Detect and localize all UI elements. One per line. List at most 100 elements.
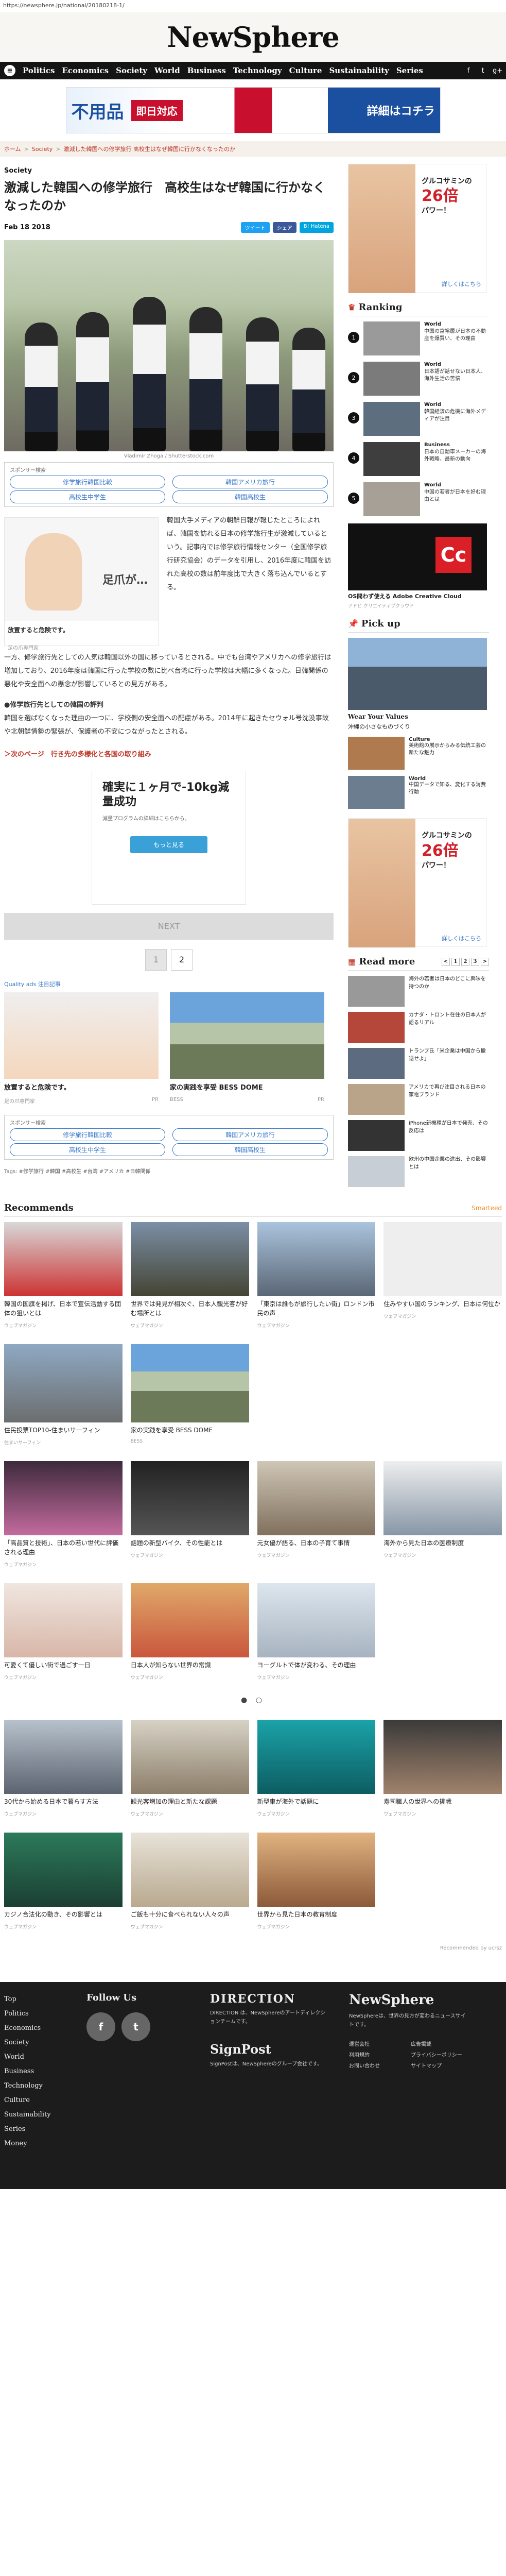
site-title[interactable]: NewSphere — [167, 21, 339, 54]
related-card[interactable]: 放置すると危険です。 足の爪専門家 PR — [4, 992, 159, 1105]
footer-nav-item[interactable]: Politics — [4, 2007, 66, 2021]
reco-source[interactable]: Smarteed — [472, 1205, 502, 1212]
ranking-item[interactable]: 5 World 中国の若者が日本を好む理由とは — [348, 482, 489, 516]
reco-card[interactable]: 話題の新型バイク、その性能とは ウェブマガジン — [130, 1461, 249, 1568]
reco-card[interactable]: 世界では発見が相次ぐ、日本人観光客が好む場所とは ウェブマガジン — [130, 1222, 249, 1329]
reco-card[interactable]: 住みやすい国のランキング、日本は何位か ウェブマガジン — [383, 1222, 502, 1329]
sidebar-ad[interactable]: グルコサミンの 26倍 パワー！ 詳しくはこちら — [348, 164, 487, 293]
footer-link[interactable]: お問い合わせ — [349, 2061, 406, 2069]
page-2[interactable]: 2 — [171, 948, 193, 971]
readmore-item[interactable]: iPhone新機種が日本で発売、その反応は — [348, 1120, 489, 1151]
nav-item-politics[interactable]: Politics — [23, 66, 55, 75]
signpost-heading[interactable]: SignPost — [210, 2042, 328, 2057]
footer-logo[interactable]: NewSphere — [349, 1992, 467, 2008]
footer-nav-item[interactable]: Culture — [4, 2093, 66, 2108]
ranking-item[interactable]: 2 World 日本語が話せない日本人、海外生活の苦悩 — [348, 362, 489, 396]
sidebar-ad[interactable]: グルコサミンの 26倍 パワー！ 詳しくはこちら — [348, 818, 487, 948]
reco-card[interactable]: 韓国の国旗を掲げ、日本で宣伝活動する団体の狙いとは ウェブマガジン — [4, 1222, 123, 1329]
pickup-item[interactable]: Culture 美術館の展示からみる伝統工芸の新たな魅力 — [348, 737, 489, 770]
ranking-item[interactable]: 3 World 韓国経済の危機に海外メディアが注目 — [348, 402, 489, 436]
facebook-icon[interactable]: f — [464, 67, 473, 75]
reco-card[interactable]: 新型車が海外で話題に ウェブマガジン — [257, 1720, 376, 1817]
readmore-page[interactable]: 1 — [451, 957, 460, 966]
reco-card[interactable]: カジノ合法化の動き、その影響とは ウェブマガジン — [4, 1833, 123, 1930]
reco-card[interactable]: 海外から見た日本の医療制度 ウェブマガジン — [383, 1461, 502, 1568]
nav-item-world[interactable]: World — [154, 66, 180, 75]
ad-more-link[interactable]: 詳しくはこちら — [442, 934, 481, 942]
nav-item-technology[interactable]: Technology — [233, 66, 282, 75]
article-tags[interactable]: Tags: #修学旅行 #韓国 #高校生 #台湾 #アメリカ #日韓関係 — [4, 1167, 334, 1175]
reco-card[interactable]: 世界から見た日本の教育制度 ウェブマガジン — [257, 1833, 376, 1930]
nav-item-culture[interactable]: Culture — [289, 66, 322, 75]
facebook-icon[interactable]: f — [86, 2012, 115, 2042]
breadcrumb-category[interactable]: Society — [32, 146, 53, 152]
ranking-item[interactable]: 1 World 中国の富裕層が日本の不動産を爆買い、その理由 — [348, 321, 489, 355]
facebook-share-button[interactable]: シェア — [272, 222, 296, 233]
reco-card[interactable]: 「東京は誰もが旅行したい街」ロンドン市民の声 ウェブマガジン — [257, 1222, 376, 1329]
menu-icon[interactable]: ≡ — [4, 65, 15, 76]
search-tag[interactable]: 修学旅行韓国比較 — [10, 1128, 165, 1141]
breadcrumb-home[interactable]: ホーム — [4, 145, 21, 153]
reco-card[interactable]: 可愛くて優しい街で過ごす一日 ウェブマガジン — [4, 1583, 123, 1681]
search-tag[interactable]: 修学旅行韓国比較 — [10, 475, 165, 488]
url-bar[interactable]: https://newsphere.jp/national/20180218-1… — [0, 0, 506, 12]
reco-card[interactable]: ヨーグルトで体が変わる、その理由 ウェブマガジン — [257, 1583, 376, 1681]
googleplus-icon[interactable]: g+ — [493, 67, 502, 75]
reco-card[interactable]: 寿司職人の世界への挑戦 ウェブマガジン — [383, 1720, 502, 1817]
footer-nav-item[interactable]: Series — [4, 2122, 66, 2137]
footer-link[interactable]: 広告掲載 — [411, 2040, 467, 2047]
ad-more-link[interactable]: 詳しくはこちら — [442, 280, 481, 288]
pickup-main-caption[interactable]: 沖縄の小さなものづくり — [348, 722, 489, 731]
hatena-button[interactable]: B! Hatena — [299, 222, 334, 233]
search-tag[interactable]: 高校生中学生 — [10, 1143, 165, 1156]
twitter-icon[interactable]: t — [478, 67, 487, 75]
ranking-item[interactable]: 4 Business 日本の自動車メーカーの海外戦略、最新の動向 — [348, 442, 489, 476]
reco-card[interactable]: 元女優が語る、日本の子育て事情 ウェブマガジン — [257, 1461, 376, 1568]
pickup-item[interactable]: World 中国データで知る、変化する消費行動 — [348, 776, 489, 809]
next-page-link[interactable]: ＞次のページ 行き先の多様化と各国の取り組み — [4, 748, 334, 761]
search-tag[interactable]: 韓国アメリカ旅行 — [172, 1128, 328, 1141]
footer-nav-item[interactable]: Technology — [4, 2079, 66, 2093]
search-tag[interactable]: 韓国高校生 — [172, 490, 328, 503]
nav-item-sustainability[interactable]: Sustainability — [329, 66, 389, 75]
footer-nav-item[interactable]: Top — [4, 1992, 66, 2007]
inline-ad[interactable]: 足爪が… 放置すると危険です。 足の爪専門家 — [4, 517, 159, 651]
reco-card[interactable]: 家の実践を享受 BESS DOME BESS — [130, 1344, 249, 1446]
readmore-prev[interactable]: < — [442, 957, 450, 966]
article-category[interactable]: Society — [4, 167, 334, 175]
adobe-ad-caption[interactable]: OS問わず使える Adobe Creative Cloud — [348, 592, 489, 600]
search-tag[interactable]: 高校生中学生 — [10, 490, 165, 503]
page-1[interactable]: 1 — [145, 948, 167, 971]
footer-nav-item[interactable]: Business — [4, 2064, 66, 2079]
nav-item-society[interactable]: Society — [116, 66, 147, 75]
readmore-item[interactable]: カナダ・トロント在住の日本人が語るリアル — [348, 1012, 489, 1043]
top-ad-banner[interactable]: 不用品 即日対応 詳細はコチラ — [65, 87, 441, 133]
pickup-main-image[interactable] — [348, 638, 487, 710]
footer-nav-item[interactable]: World — [4, 2050, 66, 2064]
footer-link[interactable]: サイトマップ — [411, 2061, 467, 2069]
search-tag[interactable]: 韓国高校生 — [172, 1143, 328, 1156]
reco-card[interactable]: 「高品質と技術」、日本の若い世代に評価される理由 ウェブマガジン — [4, 1461, 123, 1568]
square-ad[interactable]: 確実に１ヶ月で-10kg減量成功 減量プログラムの詳細はこちらから。 もっと見る — [92, 770, 246, 905]
reco-card[interactable]: ご飯も十分に食べられない人々の声 ウェブマガジン — [130, 1833, 249, 1930]
direction-heading[interactable]: DIRECTION — [210, 1992, 328, 2006]
adobe-ad[interactable]: Cc — [348, 523, 487, 590]
twitter-icon[interactable]: t — [121, 2012, 150, 2042]
readmore-next[interactable]: > — [481, 957, 489, 966]
footer-link[interactable]: 運営会社 — [349, 2040, 406, 2047]
footer-nav-item[interactable]: Money — [4, 2137, 66, 2151]
footer-nav-item[interactable]: Society — [4, 2036, 66, 2050]
readmore-item[interactable]: 海外の若者は日本のどこに興味を持つのか — [348, 976, 489, 1007]
readmore-page[interactable]: 2 — [461, 957, 469, 966]
reco-card[interactable]: 観光客増加の理由と新たな課題 ウェブマガジン — [130, 1720, 249, 1817]
footer-nav-item[interactable]: Economics — [4, 2021, 66, 2036]
related-ads-label[interactable]: Quality ads 注目記事 — [4, 980, 334, 988]
readmore-item[interactable]: アメリカで再び注目される日本の家電ブランド — [348, 1084, 489, 1115]
readmore-item[interactable]: 欧州の中国企業の進出、その影響とは — [348, 1156, 489, 1188]
tweet-button[interactable]: ツイート — [240, 222, 270, 233]
nav-item-business[interactable]: Business — [187, 66, 226, 75]
related-card[interactable]: 家の実践を享受 BESS DOME BESS PR — [170, 992, 324, 1105]
reco-card[interactable]: 日本人が知らない世界の常識 ウェブマガジン — [130, 1583, 249, 1681]
reco-powered-by[interactable]: Recommended by ucrsz — [4, 1945, 502, 1951]
next-button[interactable]: NEXT — [4, 912, 334, 940]
